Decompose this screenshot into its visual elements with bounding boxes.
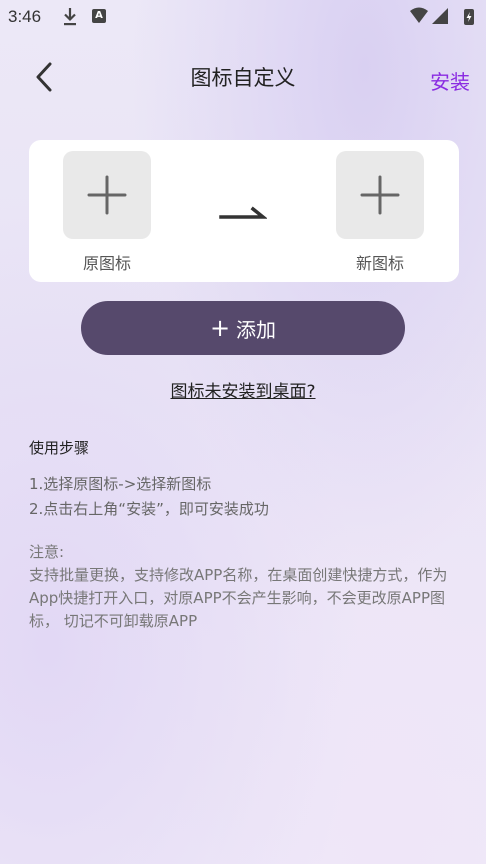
- wifi-icon: [410, 7, 428, 23]
- step-2: 2.点击右上角“安装”，即可安装成功: [29, 500, 269, 518]
- note-body: 支持批量更换，支持修改APP名称，在桌面创建快捷方式，作为 App快捷打开入口，…: [29, 566, 448, 630]
- install-button[interactable]: 安装: [430, 66, 470, 95]
- signal-icon: [432, 8, 448, 24]
- plus-icon: +: [209, 314, 231, 342]
- add-button-label: 添加: [236, 317, 277, 342]
- new-icon-slot[interactable]: [336, 151, 424, 239]
- status-time: 3:46: [8, 7, 42, 26]
- plus-icon: [87, 175, 127, 215]
- header: 图标自定义 安装: [0, 52, 486, 100]
- download-icon: [64, 8, 76, 26]
- note-title: 注意:: [29, 543, 65, 561]
- icon-card: 原图标 新图标: [29, 140, 459, 282]
- steps-title: 使用步骤: [29, 439, 90, 457]
- status-bar: 3:46 A: [0, 0, 486, 34]
- step-1: 1.选择原图标->选择新图标: [29, 475, 212, 493]
- a-icon: A: [92, 9, 106, 23]
- original-icon-label: 原图标: [82, 254, 131, 273]
- new-icon-label: 新图标: [355, 254, 404, 273]
- page-title: 图标自定义: [190, 66, 296, 90]
- not-installed-link[interactable]: 图标未安装到桌面?: [0, 377, 486, 402]
- plus-icon: [360, 175, 400, 215]
- add-button[interactable]: + 添加: [81, 301, 405, 355]
- status-icons: [410, 7, 474, 25]
- arrow-right-icon: [219, 206, 267, 219]
- original-icon-slot[interactable]: [63, 151, 151, 239]
